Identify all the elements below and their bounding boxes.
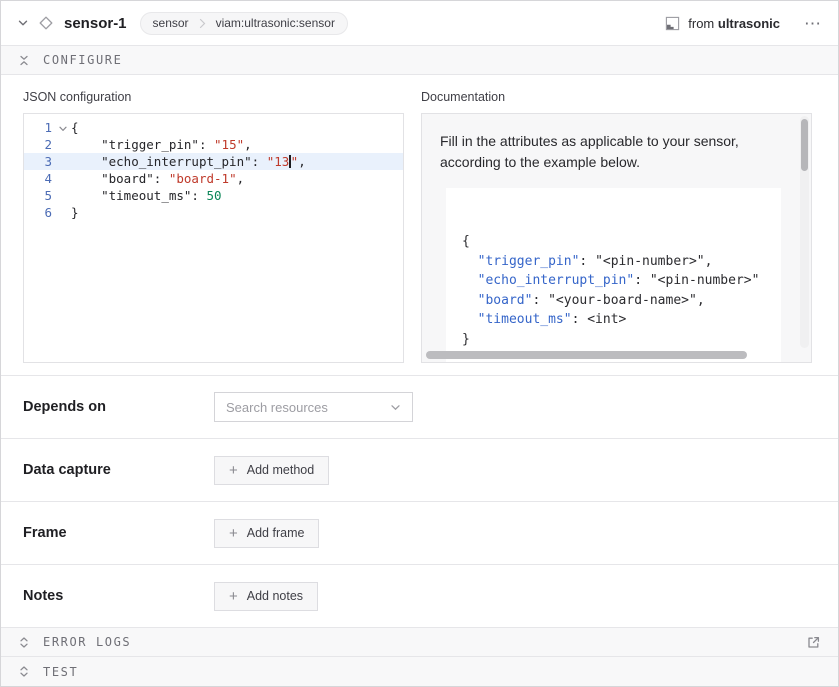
notes-label: Notes xyxy=(23,588,214,604)
collapse-card-button[interactable] xyxy=(17,17,29,29)
line-number: 3 xyxy=(24,153,54,170)
editor-line: 4 "board": "board-1", xyxy=(24,170,403,187)
json-editor-lines: 1{2 "trigger_pin": "15",3 "echo_interrup… xyxy=(24,119,403,221)
add-notes-button[interactable]: + Add notes xyxy=(214,582,318,611)
plus-icon: + xyxy=(229,463,238,478)
configure-body: JSON configuration 1{2 "trigger_pin": "1… xyxy=(1,75,838,375)
sensor-component-icon xyxy=(39,16,53,30)
line-number: 6 xyxy=(24,204,54,221)
badge-model: viam:ultrasonic:sensor xyxy=(216,16,335,30)
plus-icon: + xyxy=(229,526,238,541)
fold-gutter xyxy=(54,153,71,170)
doc-code-line: "timeout_ms": <int> xyxy=(462,310,781,330)
documentation-label: Documentation xyxy=(421,90,812,104)
module-icon xyxy=(665,16,680,31)
doc-code-lines: { "trigger_pin": "<pin-number>", "echo_i… xyxy=(462,232,781,349)
frame-label: Frame xyxy=(23,525,214,541)
json-configuration-label: JSON configuration xyxy=(23,90,404,104)
chevron-down-icon xyxy=(17,17,29,29)
doc-code-line: "echo_interrupt_pin": "<pin-number>" xyxy=(462,271,781,291)
resource-type-badge: sensor viam:ultrasonic:sensor xyxy=(140,12,348,35)
footer-sections: ERROR LOGS TEST xyxy=(1,627,838,686)
select-placeholder: Search resources xyxy=(226,400,328,415)
documentation-code-block: { "trigger_pin": "<pin-number>", "echo_i… xyxy=(446,188,781,363)
doc-code-line: { xyxy=(462,232,781,252)
data-capture-row: Data capture + Add method xyxy=(1,438,838,501)
data-capture-label: Data capture xyxy=(23,462,214,478)
documentation-panel: Fill in the attributes as applicable to … xyxy=(421,113,812,363)
editor-line-content: } xyxy=(71,204,403,221)
line-number: 1 xyxy=(24,119,54,136)
editor-line: 6} xyxy=(24,204,403,221)
add-frame-button[interactable]: + Add frame xyxy=(214,519,319,548)
configure-section-bar[interactable]: CONFIGURE xyxy=(1,45,838,75)
configure-section-label: CONFIGURE xyxy=(43,53,122,67)
chevron-right-icon xyxy=(198,18,207,29)
collapse-section-icon xyxy=(18,54,30,67)
editor-line-content: { xyxy=(71,119,403,136)
depends-on-row: Depends on Search resources xyxy=(1,375,838,438)
resource-card: sensor-1 sensor viam:ultrasonic:sensor f… xyxy=(0,0,839,687)
test-section-label: TEST xyxy=(43,665,78,679)
external-link-icon[interactable] xyxy=(806,635,821,650)
depends-on-label: Depends on xyxy=(23,399,214,415)
line-number: 2 xyxy=(24,136,54,153)
module-name: ultrasonic xyxy=(718,16,780,31)
editor-line: 3 "echo_interrupt_pin": "13", xyxy=(24,153,403,170)
fold-gutter xyxy=(54,170,71,187)
add-method-button[interactable]: + Add method xyxy=(214,456,329,485)
editor-line-content: "board": "board-1", xyxy=(71,170,403,187)
scrollbar-thumb[interactable] xyxy=(801,119,808,171)
error-logs-section-label: ERROR LOGS xyxy=(43,635,131,649)
expand-section-icon xyxy=(18,636,30,649)
panel-horizontal-scrollbar[interactable] xyxy=(426,351,747,359)
editor-line-content: "echo_interrupt_pin": "13", xyxy=(71,153,403,170)
frame-row: Frame + Add frame xyxy=(1,501,838,564)
fold-gutter xyxy=(54,187,71,204)
fold-chevron-icon[interactable] xyxy=(54,119,71,136)
expand-section-icon xyxy=(18,665,30,678)
doc-code-line: "board": "<your-board-name>", xyxy=(462,291,781,311)
resource-header: sensor-1 sensor viam:ultrasonic:sensor f… xyxy=(1,1,838,45)
error-logs-section-bar[interactable]: ERROR LOGS xyxy=(1,627,838,657)
plus-icon: + xyxy=(229,589,238,604)
test-section-bar[interactable]: TEST xyxy=(1,657,838,686)
editor-line: 1{ xyxy=(24,119,403,136)
more-options-button[interactable]: ⋯ xyxy=(804,15,822,32)
json-editor[interactable]: 1{2 "trigger_pin": "15",3 "echo_interrup… xyxy=(23,113,404,363)
editor-line: 5 "timeout_ms": 50 xyxy=(24,187,403,204)
editor-line-content: "timeout_ms": 50 xyxy=(71,187,403,204)
fold-gutter xyxy=(54,204,71,221)
editor-line-content: "trigger_pin": "15", xyxy=(71,136,403,153)
resource-name: sensor-1 xyxy=(64,15,127,32)
doc-code-line: "trigger_pin": "<pin-number>", xyxy=(462,252,781,272)
depends-on-select[interactable]: Search resources xyxy=(214,392,413,422)
panel-vertical-scrollbar[interactable] xyxy=(800,116,809,348)
documentation-intro-text: Fill in the attributes as applicable to … xyxy=(440,131,777,173)
line-number: 4 xyxy=(24,170,54,187)
line-number: 5 xyxy=(24,187,54,204)
chevron-down-icon xyxy=(390,402,401,413)
doc-code-line: } xyxy=(462,330,781,350)
from-module-label: from ultrasonic xyxy=(688,16,780,31)
notes-row: Notes + Add notes xyxy=(1,564,838,627)
editor-line: 2 "trigger_pin": "15", xyxy=(24,136,403,153)
fold-gutter xyxy=(54,136,71,153)
badge-type: sensor xyxy=(153,16,189,30)
